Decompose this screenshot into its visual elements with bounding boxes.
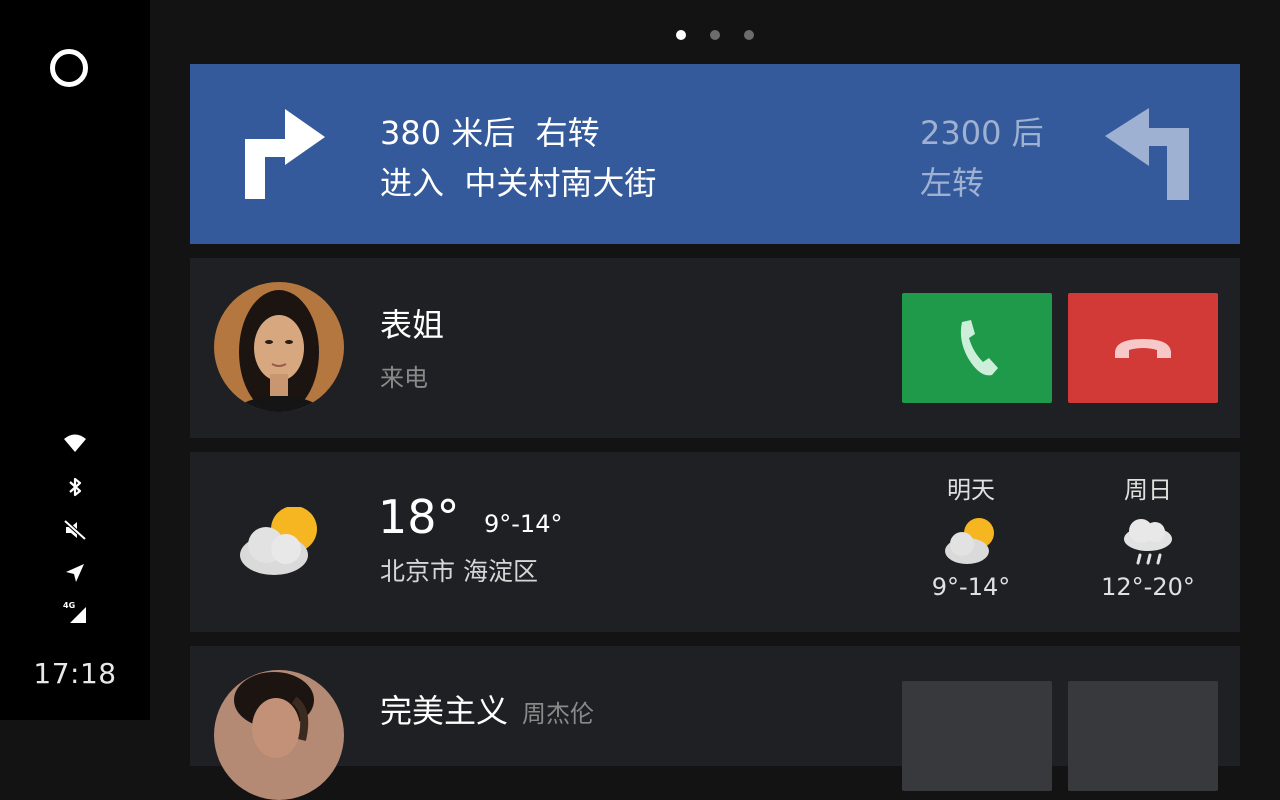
next-turn-distance: 2300 后 (920, 114, 1044, 152)
turn-right-arrow-icon (245, 109, 325, 199)
side-rail: 4G 17:18 (0, 0, 150, 720)
page-dot-2[interactable] (710, 30, 720, 40)
accept-call-button[interactable] (902, 293, 1052, 403)
forecast-sunday: 周日 12°-20° (1093, 470, 1203, 601)
music-control-button-2[interactable] (1068, 681, 1218, 791)
location-arrow-icon (66, 564, 84, 582)
home-button[interactable] (50, 49, 88, 87)
nav-street: 中关村南大街 (464, 164, 657, 202)
reject-call-button[interactable] (1068, 293, 1218, 403)
network-label: 4G (63, 601, 75, 610)
partly-cloudy-icon (240, 507, 317, 575)
weather-card[interactable]: 18° 9°-14° 北京市 海淀区 明天 9°-14° 周日 12°-20° (190, 452, 1240, 632)
bluetooth-icon (69, 477, 82, 497)
nav-distance: 380 米后 (380, 114, 516, 152)
forecast-range: 9°-14° (931, 573, 1011, 601)
nav-street-line: 进入 中关村南大街 (380, 158, 656, 204)
next-turn-direction: 左转 (920, 164, 985, 202)
phone-hangup-icon (1115, 339, 1171, 358)
caller-avatar (214, 282, 344, 412)
album-art (214, 670, 344, 800)
phone-answer-icon (960, 320, 998, 376)
navigation-card[interactable]: 380 米后 右转 进入 中关村南大街 2300 后 左转 (190, 64, 1240, 244)
partly-cloudy-icon (945, 518, 994, 564)
clock: 17:18 (33, 657, 117, 690)
forecast-tomorrow: 明天 9°-14° (916, 470, 1026, 601)
turn-left-arrow-icon (1105, 108, 1189, 200)
music-control-button-1[interactable] (902, 681, 1052, 791)
artist-name: 周杰伦 (522, 700, 595, 728)
incoming-call-card: 表姐 来电 (190, 258, 1240, 438)
page-dot-1[interactable] (676, 30, 686, 40)
wifi-icon (64, 434, 86, 452)
nav-enter-label: 进入 (380, 164, 445, 202)
page-dot-3[interactable] (744, 30, 754, 40)
signal-4g-icon: 4G (63, 601, 86, 623)
song-title: 完美主义 (380, 692, 509, 730)
weather-location: 北京市 海淀区 (380, 557, 538, 586)
forecast-range: 12°-20° (1101, 573, 1195, 601)
song-info: 完美主义 周杰伦 (380, 686, 594, 732)
nav-instruction: 380 米后 右转 (380, 108, 600, 154)
rain-cloud-icon (1124, 519, 1172, 565)
call-status: 来电 (380, 364, 428, 392)
temperature-range: 9°-14° (484, 510, 563, 538)
forecast-day: 明天 (947, 476, 995, 504)
caller-name: 表姐 (380, 306, 445, 344)
music-card[interactable]: 完美主义 周杰伦 (190, 646, 1240, 800)
nav-turn: 右转 (535, 114, 600, 152)
forecast-day: 周日 (1124, 476, 1172, 504)
current-temperature: 18° (378, 490, 460, 544)
mute-icon (63, 519, 87, 541)
